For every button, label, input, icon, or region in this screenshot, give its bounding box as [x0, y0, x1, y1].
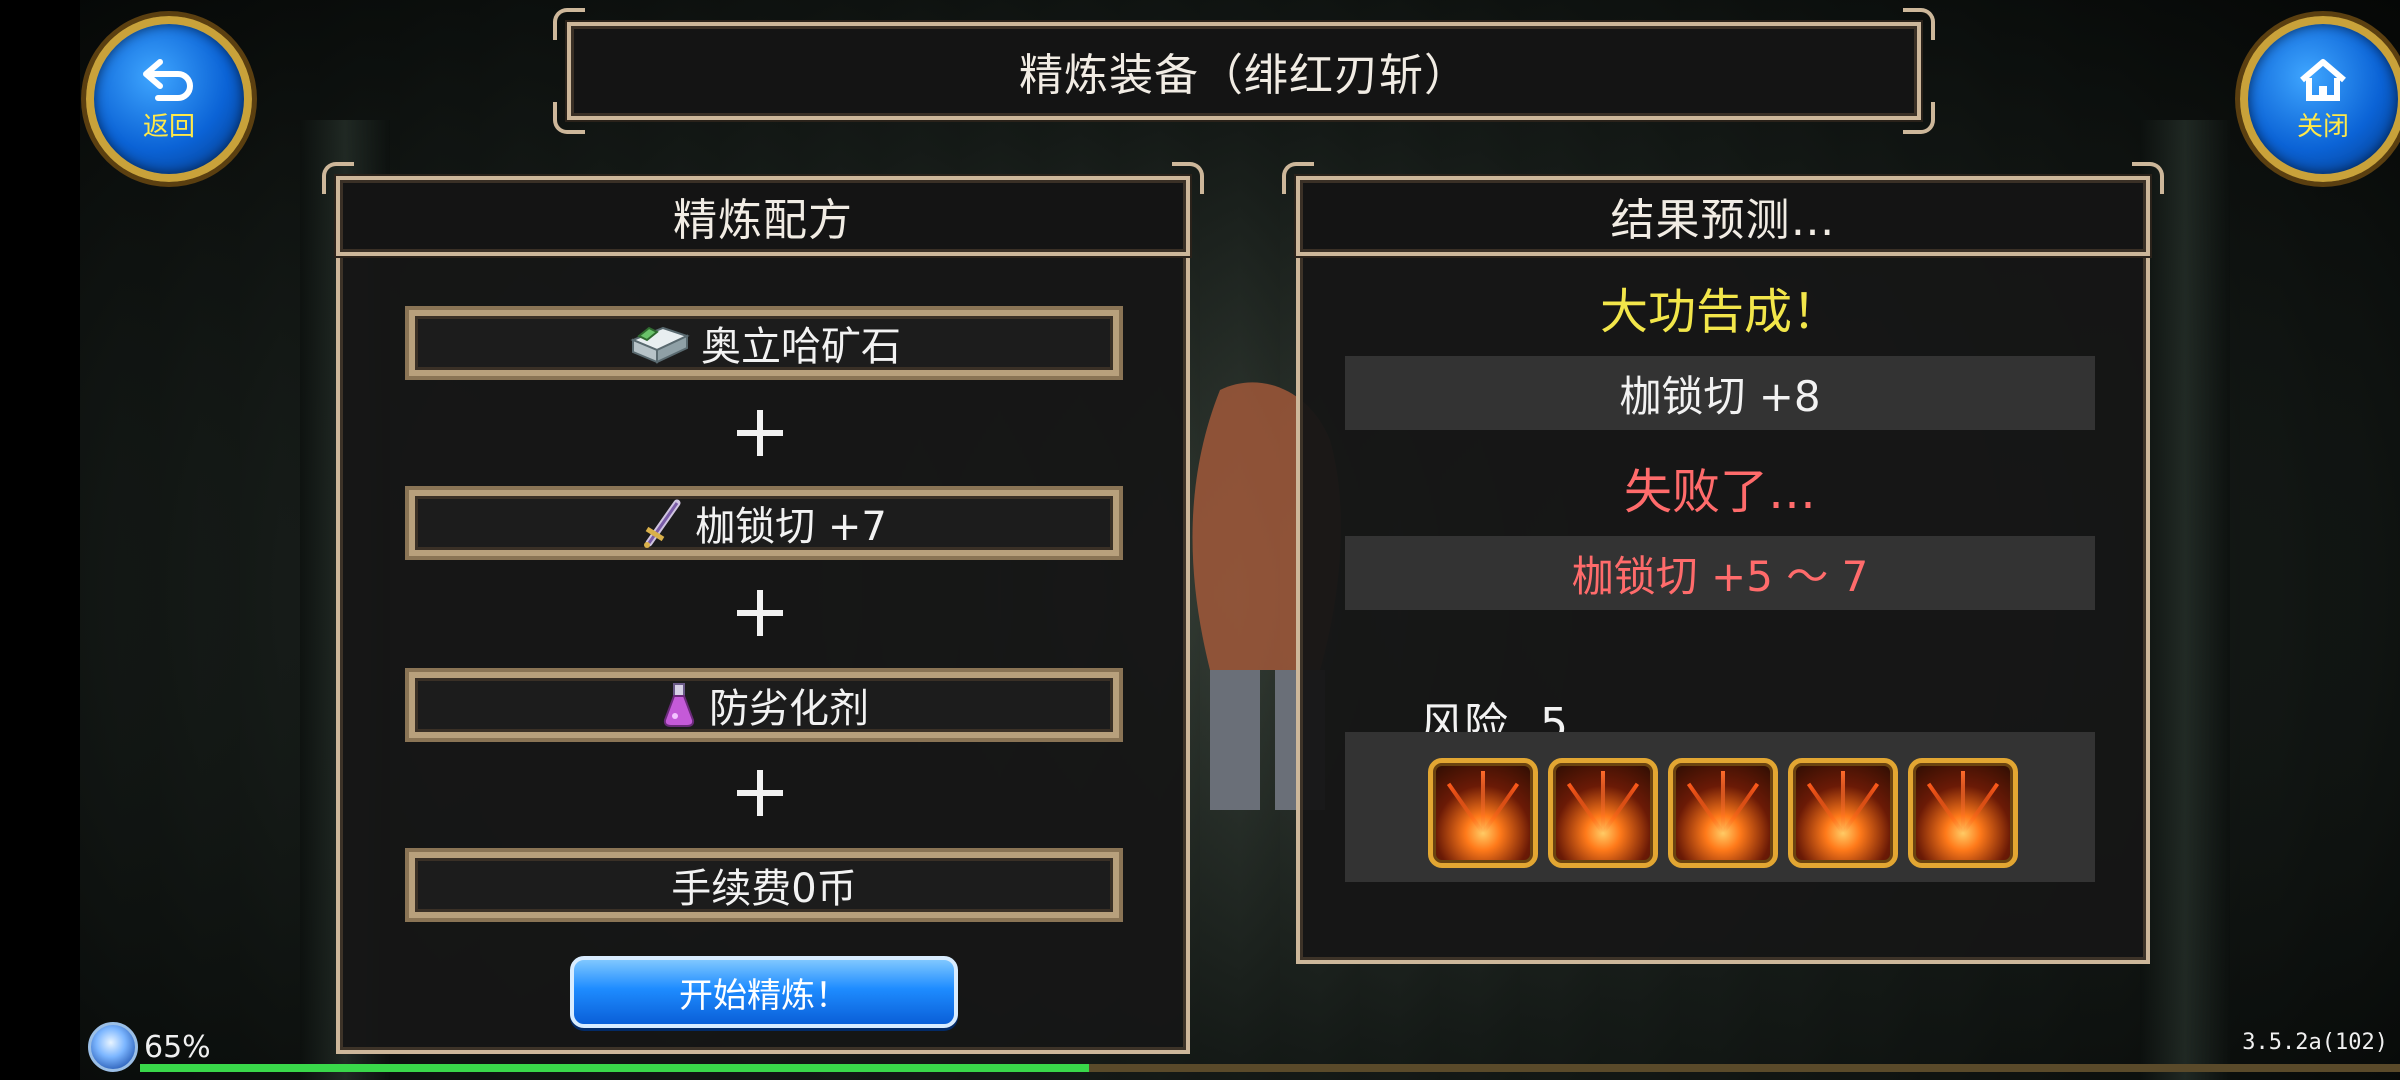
prediction-title-text: 结果预测…	[1610, 195, 1836, 246]
plus-icon	[735, 408, 785, 458]
frame-corner	[1282, 162, 1314, 194]
ore-icon	[627, 320, 691, 366]
risk-icon-streak	[1721, 771, 1725, 833]
recipe-row-ore[interactable]: 奥立哈矿石	[405, 306, 1123, 380]
recipe-row-label: 手续费0币	[671, 866, 857, 912]
frame-corner	[553, 102, 585, 134]
page-title: 精炼装备（绯红刃斩）	[553, 8, 1935, 134]
page-title-text: 精炼装备（绯红刃斩）	[1019, 50, 1469, 101]
loading-percent: 65%	[144, 1029, 211, 1065]
plus-icon	[735, 768, 785, 818]
risk-icon	[1548, 758, 1658, 868]
recipe-row-label: 奥立哈矿石	[701, 324, 901, 370]
fail-result-bar: 枷锁切 +5 ～ 7	[1345, 536, 2095, 610]
frame-corner	[1903, 102, 1935, 134]
success-result-text: 枷锁切 +8	[1619, 371, 1821, 421]
plus-icon	[735, 588, 785, 638]
recipe-row-potion[interactable]: 防劣化剂	[405, 668, 1123, 742]
sword-icon	[641, 497, 685, 549]
recipe-row-label: 防劣化剂	[709, 686, 869, 732]
risk-icon-streak	[1481, 771, 1485, 833]
loading-orb-icon	[88, 1022, 138, 1072]
risk-icon	[1788, 758, 1898, 868]
start-refine-button[interactable]: 开始精炼！	[570, 956, 958, 1028]
recipe-row-weapon[interactable]: 枷锁切 +7	[405, 486, 1123, 560]
progress-bar	[140, 1064, 2400, 1072]
prediction-title: 结果预测…	[1282, 162, 2164, 256]
close-button[interactable]: 关闭	[2240, 16, 2400, 182]
frame-corner	[553, 8, 585, 40]
risk-icon-streak	[1841, 771, 1845, 833]
version-label: 3.5.2a(102)	[2242, 1030, 2388, 1055]
risk-icon	[1668, 758, 1778, 868]
recipe-row-label: 枷锁切 +7	[695, 504, 887, 550]
start-refine-label: 开始精炼！	[679, 975, 849, 1016]
game-screen: 返回 关闭 精炼装备（绯红刃斩） 精炼配方 奥立哈矿石 枷锁切 +7 防劣化剂 …	[0, 0, 2400, 1080]
progress-fill	[140, 1064, 1090, 1072]
back-button[interactable]: 返回	[86, 16, 252, 182]
fail-result-text: 枷锁切 +5 ～ 7	[1571, 551, 1869, 601]
success-result-bar: 枷锁切 +8	[1345, 356, 2095, 430]
success-heading: 大功告成！	[1599, 284, 1840, 340]
frame-corner	[1172, 162, 1204, 194]
recipe-title: 精炼配方	[322, 162, 1204, 256]
frame-corner	[322, 162, 354, 194]
risk-icon	[1428, 758, 1538, 868]
frame-corner	[1903, 8, 1935, 40]
fail-heading: 失败了…	[1623, 464, 1816, 520]
back-arrow-icon	[143, 58, 193, 101]
risk-icon-streak	[1601, 771, 1605, 833]
risk-icon-streak	[1961, 771, 1965, 833]
risk-icon	[1908, 758, 2018, 868]
frame-corner	[2132, 162, 2164, 194]
back-label: 返回	[142, 111, 195, 142]
screen-edge	[0, 0, 80, 1080]
recipe-title-text: 精炼配方	[673, 195, 853, 246]
background-pillar	[2140, 120, 2230, 1080]
close-label: 关闭	[2296, 111, 2349, 142]
recipe-row-fee: 手续费0币	[405, 848, 1123, 922]
home-icon	[2300, 58, 2346, 101]
potion-icon	[659, 680, 699, 730]
